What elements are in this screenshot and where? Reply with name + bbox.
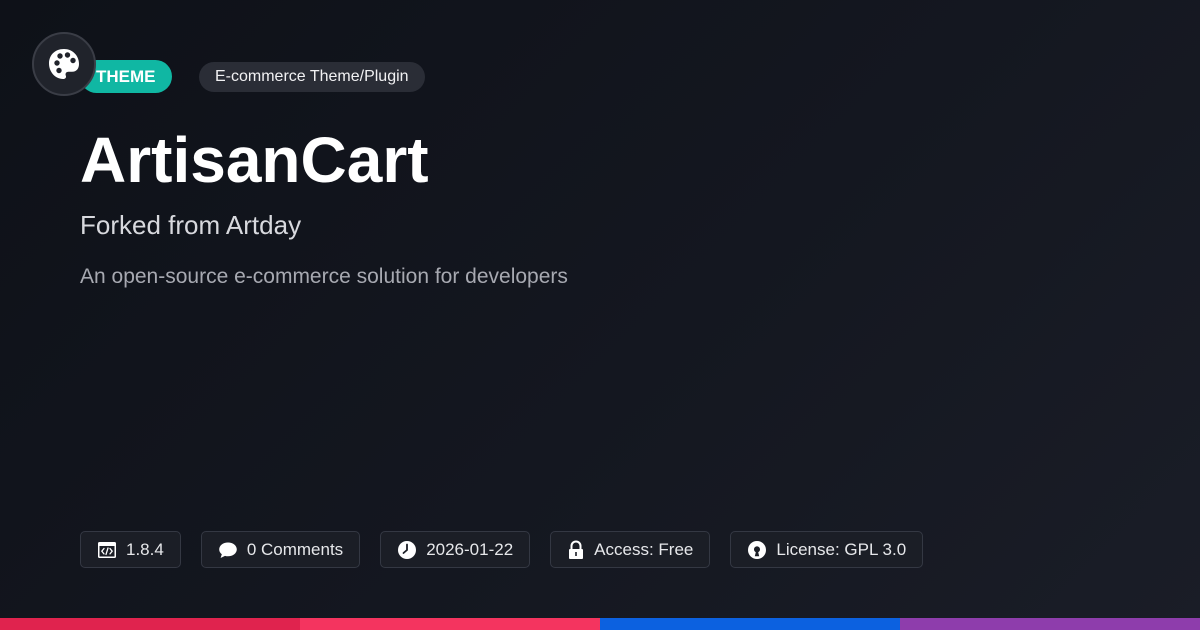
page-title: ArtisanCart — [80, 124, 429, 196]
color-stripe — [0, 618, 1200, 630]
license-pill: License: GPL 3.0 — [730, 531, 924, 568]
category-badge: E-commerce Theme/Plugin — [199, 62, 425, 92]
palette-icon — [49, 49, 79, 79]
page-description: An open-source e-commerce solution for d… — [80, 265, 568, 288]
access-pill: Access: Free — [550, 531, 711, 568]
stripe-segment — [300, 618, 600, 630]
license-label: License: GPL 3.0 — [776, 539, 907, 559]
lock-icon — [569, 539, 584, 559]
meta-row: 1.8.4 0 Comments 2026-01-22 Access: Free… — [80, 531, 924, 568]
open-source-icon — [748, 540, 767, 559]
comment-bubble-icon — [219, 542, 237, 558]
version-pill: 1.8.4 — [80, 531, 181, 568]
logo — [32, 32, 96, 96]
stripe-segment — [600, 618, 900, 630]
comments-label: 0 Comments — [246, 539, 344, 559]
code-window-icon — [98, 541, 116, 558]
date-pill: 2026-01-22 — [380, 531, 531, 568]
version-label: 1.8.4 — [126, 539, 164, 559]
page-subtitle: Forked from Artday — [80, 210, 302, 240]
date-label: 2026-01-22 — [426, 539, 514, 559]
stripe-segment — [900, 618, 1200, 630]
comments-pill: 0 Comments — [200, 531, 361, 568]
stripe-segment — [0, 618, 300, 630]
clock-icon — [398, 540, 417, 559]
access-label: Access: Free — [594, 539, 694, 559]
